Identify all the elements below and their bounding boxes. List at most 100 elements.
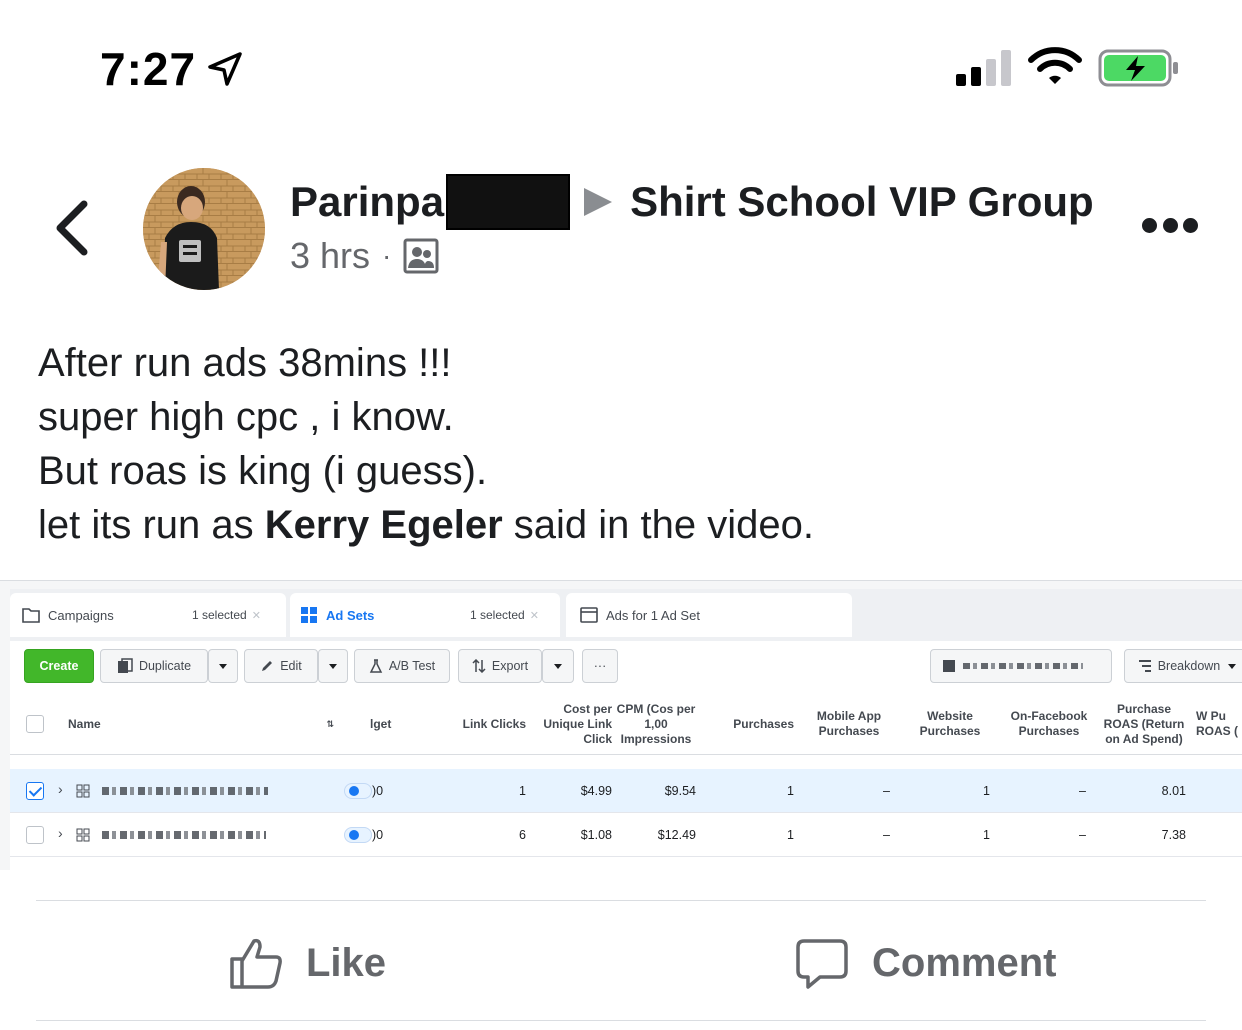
status-bar: 7:27: [0, 0, 1242, 130]
blurred-ad-set-name[interactable]: [102, 787, 268, 795]
author-name[interactable]: Parinpa: [290, 178, 444, 226]
column-header-website-purchase-roas[interactable]: W Pu ROAS (: [1196, 693, 1242, 755]
ads-manager-panel: Campaigns 1 selected ✕ Ad Sets 1 selected…: [10, 589, 1242, 870]
export-label: Export: [491, 659, 529, 673]
like-button[interactable]: Like: [228, 930, 386, 996]
cell-purchases: 1: [787, 828, 794, 842]
redaction-box: [446, 174, 571, 230]
post-body: After run ads 38mins !!! super high cpc …: [38, 336, 1218, 552]
row-checkbox[interactable]: [26, 826, 44, 844]
date-range-selector[interactable]: [930, 649, 1112, 683]
ad-set-toggle[interactable]: [344, 827, 372, 843]
back-button[interactable]: [48, 196, 96, 260]
selected-chip[interactable]: 1 selected ✕: [192, 608, 261, 622]
cell-purchase-roas: 8.01: [1161, 784, 1186, 798]
column-header-purchase-roas[interactable]: Purchase ROAS (Return on Ad Spend): [1102, 693, 1186, 755]
cell-cpm: $9.54: [664, 784, 696, 798]
breakdown-button[interactable]: Breakdown: [1124, 649, 1242, 683]
ads-toolbar: Create Duplicate Edit A/B Test Export ··…: [10, 645, 1242, 689]
group-members-icon: [403, 238, 439, 274]
dot-icon: [1162, 218, 1178, 233]
ad-set-toggle[interactable]: [344, 783, 372, 799]
column-header-budget[interactable]: lget: [370, 693, 400, 755]
ad-set-grid-icon: [76, 784, 90, 798]
chevron-right-icon[interactable]: ›: [58, 781, 63, 797]
calendar-icon: [943, 660, 955, 672]
selected-chip[interactable]: 1 selected ✕: [470, 608, 539, 622]
post-text-line: let its run as Kerry Egeler said in the …: [38, 498, 1218, 552]
comment-button[interactable]: Comment: [794, 930, 1056, 996]
copy-icon: [117, 658, 133, 673]
more-actions-button[interactable]: ···: [582, 649, 618, 683]
chevron-down-icon: [554, 663, 562, 669]
status-time: 7:27: [100, 43, 197, 95]
cell-link-clicks: 6: [519, 828, 526, 842]
blurred-date-range: [963, 663, 1083, 669]
row-checkbox[interactable]: [26, 782, 44, 800]
post-text-line: super high cpc , i know.: [38, 395, 454, 439]
column-header-name[interactable]: Name: [68, 693, 128, 755]
cell-on-facebook-purchases: –: [1079, 828, 1086, 842]
edit-dropdown-button[interactable]: [318, 649, 348, 683]
sort-arrows-icon: [472, 659, 486, 673]
cellular-signal-icon: [956, 50, 1011, 86]
wifi-icon: [1028, 47, 1082, 84]
duplicate-dropdown-button[interactable]: [208, 649, 238, 683]
column-header-cpm[interactable]: CPM (Cos per 1,00 Impressions: [616, 693, 696, 755]
flask-icon: [369, 659, 383, 673]
chevron-down-icon: [1228, 663, 1237, 669]
sort-icon[interactable]: ⇅: [310, 693, 334, 755]
column-header-cost-per-unique-link-click[interactable]: Cost per Unique Link Click: [536, 693, 612, 755]
shared-to-arrow-icon: [584, 188, 613, 216]
battery-charging-icon: [1098, 49, 1178, 87]
close-icon[interactable]: ✕: [530, 610, 539, 622]
list-icon: [1138, 660, 1151, 672]
cell-link-clicks: 1: [519, 784, 526, 798]
group-name[interactable]: Shirt School VIP Group: [630, 178, 1094, 226]
close-icon[interactable]: ✕: [252, 610, 261, 622]
tab-label: Campaigns: [48, 607, 114, 623]
more-options-button[interactable]: [1142, 218, 1198, 238]
table-row[interactable]: › )0 1 $4.99 $9.54 1 – 1 – 8.01: [10, 769, 1242, 813]
ab-test-label: A/B Test: [388, 659, 436, 673]
mention-link[interactable]: Kerry Egeler: [265, 503, 503, 547]
column-header-purchases[interactable]: Purchases: [710, 693, 794, 755]
post-text-line: After run ads 38mins !!!: [38, 341, 452, 385]
tab-ads[interactable]: Ads for 1 Ad Set: [566, 593, 852, 637]
cell-mobile-app-purchases: –: [883, 828, 890, 842]
meta-separator: ·: [382, 240, 392, 271]
export-dropdown-button[interactable]: [542, 649, 574, 683]
folder-icon: [22, 608, 40, 623]
export-button[interactable]: Export: [458, 649, 542, 683]
select-all-checkbox[interactable]: [26, 715, 44, 733]
avatar[interactable]: [143, 168, 265, 290]
ab-test-button[interactable]: A/B Test: [354, 649, 450, 683]
column-header-mobile-app-purchases[interactable]: Mobile App Purchases: [806, 693, 892, 755]
cell-website-purchases: 1: [983, 828, 990, 842]
location-arrow-icon: [208, 52, 242, 86]
duplicate-button[interactable]: Duplicate: [100, 649, 208, 683]
chevron-right-icon[interactable]: ›: [58, 825, 63, 841]
edit-button[interactable]: Edit: [244, 649, 318, 683]
tab-label: Ads for 1 Ad Set: [606, 607, 700, 623]
cell-cpm: $12.49: [657, 828, 696, 842]
cell-purchase-roas: 7.38: [1161, 828, 1186, 842]
comment-label: Comment: [872, 940, 1057, 985]
thumbs-up-icon: [230, 938, 282, 989]
tab-campaigns[interactable]: Campaigns 1 selected ✕: [10, 593, 286, 637]
chevron-down-icon: [219, 663, 227, 669]
table-row[interactable]: › )0 6 $1.08 $12.49 1 – 1 – 7.38: [10, 813, 1242, 857]
post-image-ads-manager[interactable]: Campaigns 1 selected ✕ Ad Sets 1 selected…: [0, 580, 1242, 870]
cell-on-facebook-purchases: –: [1079, 784, 1086, 798]
column-header-link-clicks[interactable]: Link Clicks: [450, 693, 526, 755]
column-header-on-facebook-purchases[interactable]: On-Facebook Purchases: [1002, 693, 1096, 755]
blurred-ad-set-name[interactable]: [102, 831, 266, 839]
post-time[interactable]: 3 hrs: [290, 235, 370, 277]
cell-cost-per-unique-link-click: $1.08: [580, 828, 612, 842]
tab-ad-sets[interactable]: Ad Sets 1 selected ✕: [290, 593, 560, 637]
column-header-website-purchases[interactable]: Website Purchases: [910, 693, 990, 755]
comment-bubble-icon: [796, 939, 848, 989]
post-text-line: But roas is king (i guess).: [38, 449, 488, 493]
create-button[interactable]: Create: [24, 649, 94, 683]
post-text-suffix: said in the video.: [502, 503, 814, 547]
